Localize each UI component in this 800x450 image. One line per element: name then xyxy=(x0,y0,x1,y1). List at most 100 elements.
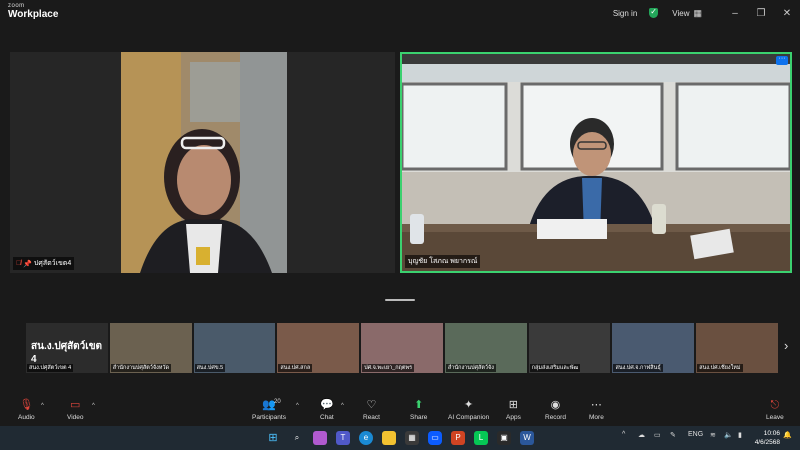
chevron-up-icon[interactable]: ^ xyxy=(341,403,344,409)
leave-label: Leave xyxy=(766,414,784,421)
record-label: Record xyxy=(545,414,566,421)
chat-label: Chat xyxy=(320,414,334,421)
mic-muted-icon: 🎙 xyxy=(19,399,34,411)
ai-companion-button[interactable]: ✦ AI Companion xyxy=(448,398,489,421)
chevron-right-icon[interactable]: › xyxy=(784,338,788,353)
filmstrip-tile[interactable]: สนง.ปศ.จ.กาฬสินธุ์ xyxy=(612,323,695,373)
meeting-controls: 🎙 Audio ^ ▭ Video ^ 👥 20 Participants ^ … xyxy=(0,396,800,426)
heart-icon: ♡ xyxy=(366,399,377,411)
filmstrip-tile[interactable]: สน.ง.ปศุสัตว์เขต 4 สนง.ปศุสัตว์เขต 4 xyxy=(26,323,108,373)
app-icon[interactable]: ▣ xyxy=(497,431,511,445)
windows-taskbar: ⊞ ⌕ T e ▦ ▭ P L ▣ W ^ ☁ ▭ ✎ ENG ≋ 🔈 ▮ 10… xyxy=(0,426,800,450)
chat-button[interactable]: 💬 Chat xyxy=(320,398,334,421)
windows-start-icon[interactable]: ⊞ xyxy=(266,431,280,445)
clock-time: 10:06 xyxy=(763,430,780,437)
apps-icon: ⊞ xyxy=(508,399,519,411)
language-indicator[interactable]: ENG xyxy=(688,431,703,438)
zoom-tray-icon[interactable]: ▭ xyxy=(654,431,661,439)
video-label: Video xyxy=(67,414,84,421)
more-icon: ⋯ xyxy=(590,399,602,411)
filmstrip-tile[interactable]: สนง.ปศ.เชียงใหม่ xyxy=(696,323,779,373)
video-tile-left[interactable]: 🎙̸ 📌 ปศุสัตว์เขต4 xyxy=(10,52,395,273)
participants-button[interactable]: 👥 20 Participants xyxy=(252,398,286,421)
sign-in-link[interactable]: Sign in xyxy=(613,9,637,18)
filmstrip-tile[interactable]: สำนักงานปศุสัตว์จังหวัด xyxy=(109,323,192,373)
leave-button[interactable]: ⎋ Leave xyxy=(766,398,784,421)
grid-view-icon[interactable]: ▦ xyxy=(693,8,702,19)
chat-icon: 💬 xyxy=(320,399,334,411)
battery-icon[interactable]: ▮ xyxy=(738,431,742,439)
filmstrip-tile[interactable]: ปศ.จ.พะเยา_กฤตพร xyxy=(361,323,443,373)
chevron-up-icon[interactable]: ^ xyxy=(92,403,95,409)
more-options-button[interactable]: ··· xyxy=(776,55,788,65)
search-icon[interactable]: ⌕ xyxy=(290,431,304,445)
title-bar: zoom Workplace Sign in View ▦ – ❐ ✕ xyxy=(0,0,800,26)
clock-date: 4/6/2568 xyxy=(754,439,780,446)
chevron-up-icon[interactable]: ^ xyxy=(296,403,299,409)
participants-label: Participants xyxy=(252,414,286,421)
close-icon[interactable]: ✕ xyxy=(774,8,800,19)
filmstrip-name: สำนักงานปศุสัตว์จังหวัด xyxy=(110,364,172,372)
filmstrip-tile[interactable]: กลุ่มส่งเสริมและพัฒ xyxy=(528,323,611,373)
wifi-icon[interactable]: ≋ xyxy=(710,431,716,439)
filmstrip-tile[interactable]: สำนักงานปศุสัตว์จัง xyxy=(444,323,527,373)
chevron-up-icon[interactable]: ^ xyxy=(41,403,44,409)
share-screen-icon: ⬆ xyxy=(414,399,424,411)
system-clock[interactable]: 10:06 4/6/2568 xyxy=(755,429,780,447)
sparkle-icon: ✦ xyxy=(463,399,474,411)
share-label: Share xyxy=(410,414,428,421)
filmstrip-name: สำนักงานปศุสัตว์จัง xyxy=(445,364,496,372)
participant-name: บุญชัย โสภณ พยากรณ์ xyxy=(408,258,478,265)
encryption-shield-icon[interactable] xyxy=(649,7,659,18)
edge-icon[interactable]: e xyxy=(359,431,373,445)
volume-icon[interactable]: 🔈 xyxy=(724,431,733,439)
chevron-up-icon[interactable]: ^ xyxy=(622,431,625,438)
brand-name: Workplace xyxy=(8,9,59,20)
share-button[interactable]: ⬆ Share xyxy=(410,398,427,421)
copilot-icon[interactable] xyxy=(313,431,327,445)
filmstrip-tile[interactable]: สนง.ปศข.5 xyxy=(193,323,276,373)
minimize-icon[interactable]: – xyxy=(722,8,748,19)
cloud-icon[interactable]: ☁ xyxy=(638,431,645,439)
record-button[interactable]: ◉ Record xyxy=(545,398,566,421)
teams-icon[interactable]: T xyxy=(336,431,350,445)
participants-count: 20 xyxy=(274,399,281,405)
filmstrip-tile[interactable]: สนง.ปศ.สกล xyxy=(277,323,360,373)
filmstrip-name: สนง.ปศ.จ.กาฬสินธุ์ xyxy=(613,364,663,372)
zoom-logo: zoom Workplace xyxy=(8,3,58,20)
zoom-window: zoom Workplace Sign in View ▦ – ❐ ✕ xyxy=(0,0,800,426)
zoom-app-icon[interactable]: ▭ xyxy=(428,431,442,445)
view-button[interactable]: View xyxy=(672,9,689,18)
filmstrip-name: สนง.ปศ.เชียงใหม่ xyxy=(697,364,743,372)
participant-video-man xyxy=(402,54,790,271)
store-icon[interactable]: ▦ xyxy=(405,431,419,445)
react-button[interactable]: ♡ React xyxy=(363,398,380,421)
filmstrip-name: ปศ.จ.พะเยา_กฤตพร xyxy=(362,364,415,372)
apps-label: Apps xyxy=(506,414,521,421)
powerpoint-icon[interactable]: P xyxy=(451,431,465,445)
maximize-icon[interactable]: ❐ xyxy=(748,8,774,19)
camera-off-icon: ▭ xyxy=(70,399,81,411)
word-icon[interactable]: W xyxy=(520,431,534,445)
filmstrip-name: สนง.ปศข.5 xyxy=(194,364,226,372)
filmstrip-name: กลุ่มส่งเสริมและพัฒ xyxy=(529,364,581,372)
video-button[interactable]: ▭ Video xyxy=(67,398,84,421)
participant-name-tag: บุญชัย โสภณ พยากรณ์ xyxy=(405,255,481,268)
line-icon[interactable]: L xyxy=(474,431,488,445)
audio-button[interactable]: 🎙 Audio xyxy=(18,398,35,421)
participant-video-woman xyxy=(10,52,395,273)
notification-bell-icon[interactable]: 🔔 xyxy=(783,431,792,439)
more-label: More xyxy=(589,414,604,421)
more-button[interactable]: ⋯ More xyxy=(589,398,604,421)
video-tile-active-speaker[interactable]: ··· บุญชัย โสภณ พยากรณ์ xyxy=(400,52,792,273)
apps-button[interactable]: ⊞ Apps xyxy=(506,398,521,421)
audio-label: Audio xyxy=(18,414,35,421)
resize-handle[interactable] xyxy=(385,299,415,301)
file-explorer-icon[interactable] xyxy=(382,431,396,445)
react-label: React xyxy=(363,414,380,421)
leave-icon: ⎋ xyxy=(770,399,780,411)
record-icon: ◉ xyxy=(550,399,561,411)
participant-name: ปศุสัตว์เขต4 xyxy=(33,260,72,267)
pen-icon[interactable]: ✎ xyxy=(670,431,676,439)
participant-name-tag: 🎙̸ 📌 ปศุสัตว์เขต4 xyxy=(13,257,75,270)
